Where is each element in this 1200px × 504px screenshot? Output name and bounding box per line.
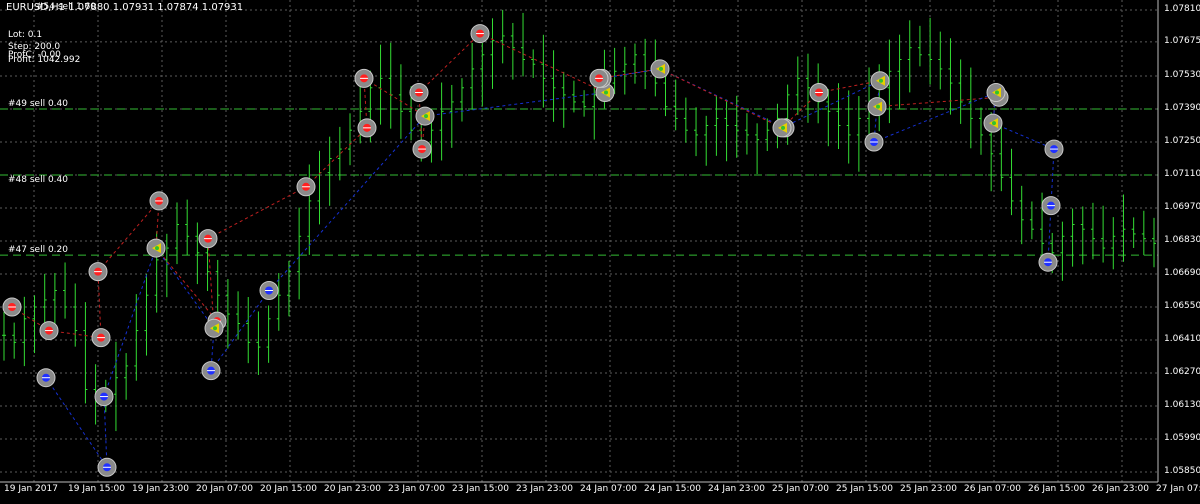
sell-marker[interactable] xyxy=(39,321,59,341)
close-marker[interactable] xyxy=(986,83,1006,102)
buy-marker[interactable] xyxy=(97,457,117,477)
buy-marker[interactable] xyxy=(201,361,221,381)
marker-dot xyxy=(604,90,608,95)
marker-dot xyxy=(781,125,785,130)
sell-marker[interactable] xyxy=(296,177,316,197)
sell-marker[interactable] xyxy=(470,24,490,44)
marker-dot xyxy=(659,66,663,71)
close-marker[interactable] xyxy=(415,106,435,126)
buy-marker[interactable] xyxy=(259,281,279,300)
sell-marker[interactable] xyxy=(409,83,429,102)
sell-marker[interactable] xyxy=(809,83,829,102)
marker-dot xyxy=(424,114,428,119)
close-marker[interactable] xyxy=(983,113,1003,133)
marker-dot xyxy=(992,121,996,126)
close-marker[interactable] xyxy=(650,59,670,79)
buy-marker[interactable] xyxy=(94,387,114,407)
buy-marker[interactable] xyxy=(36,368,56,388)
close-marker[interactable] xyxy=(204,318,224,338)
sell-marker[interactable] xyxy=(357,118,377,138)
sell-marker[interactable] xyxy=(91,328,111,348)
sell-marker[interactable] xyxy=(412,139,432,159)
close-marker[interactable] xyxy=(867,97,887,117)
close-marker[interactable] xyxy=(870,71,890,91)
buy-marker[interactable] xyxy=(1044,139,1064,159)
marker-dot xyxy=(995,90,999,95)
close-marker[interactable] xyxy=(146,238,166,258)
sell-marker[interactable] xyxy=(149,191,169,211)
sell-marker[interactable] xyxy=(354,68,374,88)
buy-marker[interactable] xyxy=(864,132,884,152)
close-marker[interactable] xyxy=(772,118,792,138)
sell-marker[interactable] xyxy=(589,68,609,88)
sell-marker[interactable] xyxy=(198,229,218,249)
marker-dot xyxy=(879,78,883,83)
marker-dot xyxy=(155,246,159,251)
buy-marker[interactable] xyxy=(1038,252,1058,272)
price-chart[interactable] xyxy=(0,0,1200,500)
sell-marker[interactable] xyxy=(88,262,108,282)
buy-marker[interactable] xyxy=(1041,196,1061,216)
marker-dot xyxy=(876,104,880,109)
chart-canvas[interactable] xyxy=(0,0,1200,500)
marker-dot xyxy=(213,326,217,331)
sell-marker[interactable] xyxy=(2,297,22,317)
